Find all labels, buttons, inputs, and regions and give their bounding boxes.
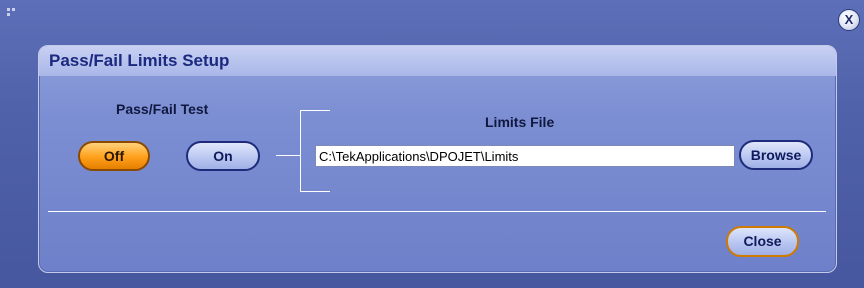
bracket-top	[300, 110, 330, 111]
panel-title-bar: Pass/Fail Limits Setup	[39, 46, 836, 76]
bracket-vertical	[300, 110, 301, 192]
limits-file-path-input[interactable]	[315, 145, 735, 167]
browse-button[interactable]: Browse	[739, 140, 813, 170]
pass-fail-off-button[interactable]: Off	[78, 141, 150, 171]
close-button[interactable]: Close	[726, 226, 799, 257]
bracket-bottom	[300, 191, 330, 192]
resize-grip-icon	[7, 8, 17, 18]
panel-title: Pass/Fail Limits Setup	[49, 51, 230, 70]
limits-file-label: Limits File	[485, 114, 555, 130]
connector-line	[276, 155, 300, 156]
pass-fail-test-label: Pass/Fail Test	[116, 101, 209, 117]
pass-fail-on-button[interactable]: On	[186, 141, 260, 171]
close-icon[interactable]: X	[838, 9, 860, 31]
divider	[48, 211, 826, 212]
